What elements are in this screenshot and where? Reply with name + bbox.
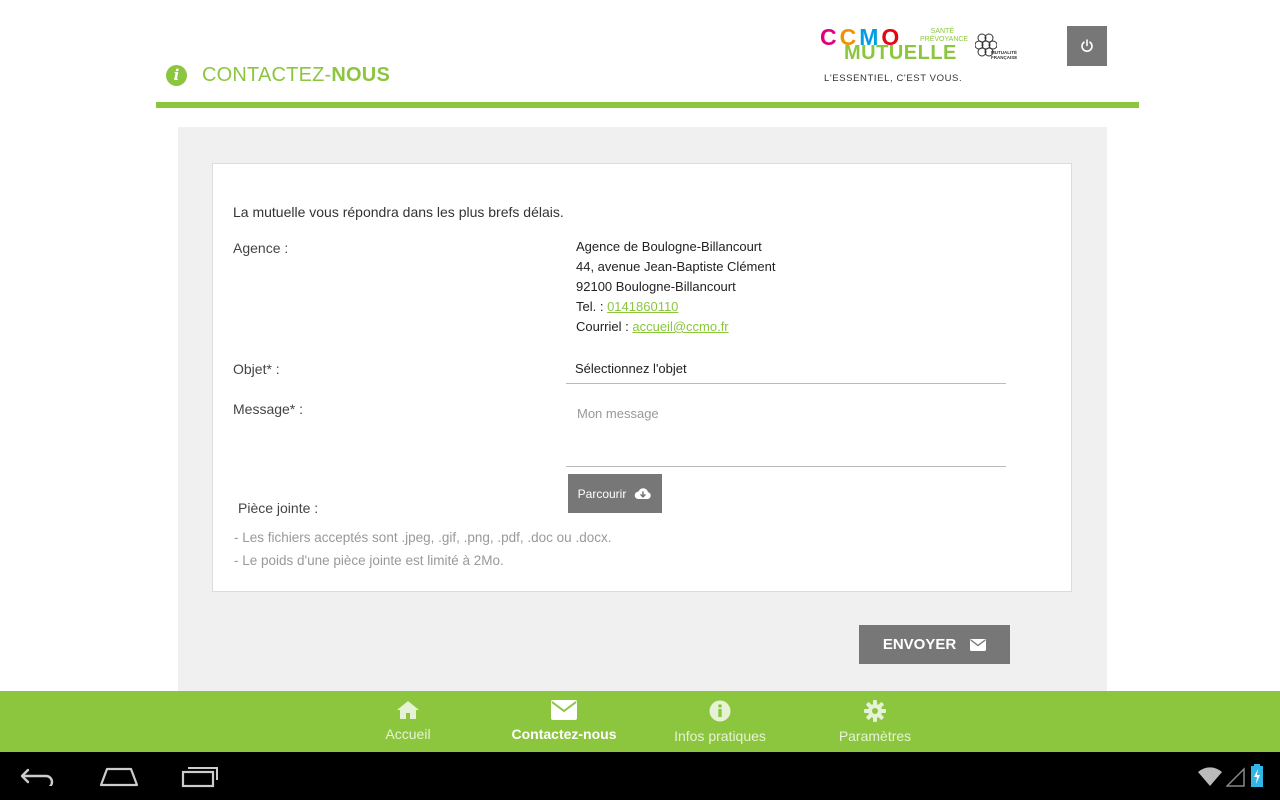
logo-slogan: L'ESSENTIEL, C'EST VOUS. bbox=[824, 73, 963, 84]
cloud-download-icon bbox=[635, 487, 652, 499]
info-icon: i bbox=[166, 65, 187, 86]
agence-address: 44, avenue Jean-Baptiste Clément bbox=[576, 259, 776, 274]
logo-mutuelle-text: MUTUELLE bbox=[844, 42, 957, 64]
gear-icon bbox=[864, 700, 886, 722]
agence-tel: Tel. : 0141860110 bbox=[576, 299, 679, 314]
mutualite-francaise-text: MUTUALITÉ FRANÇAISE bbox=[991, 50, 1018, 60]
send-button[interactable]: ENVOYER bbox=[859, 625, 1010, 664]
tab-infos-pratiques-label: Infos pratiques bbox=[674, 728, 766, 744]
header-divider bbox=[156, 102, 1139, 108]
mutualite-francaise-logo: MUTUALITÉ FRANÇAISE bbox=[974, 32, 1025, 64]
email-link[interactable]: accueil@ccmo.fr bbox=[632, 319, 728, 334]
send-button-label: ENVOYER bbox=[882, 636, 957, 653]
agence-city: 92100 Boulogne-Billancourt bbox=[576, 279, 736, 294]
objet-select[interactable]: Sélectionnez l'objet bbox=[566, 358, 1006, 384]
logout-button[interactable] bbox=[1067, 26, 1107, 66]
browse-button[interactable]: Parcourir bbox=[568, 474, 662, 513]
objet-label: Objet* : bbox=[233, 361, 280, 377]
tab-accueil[interactable]: Accueil bbox=[368, 691, 448, 752]
tab-infos-pratiques[interactable]: Infos pratiques bbox=[665, 691, 775, 752]
message-label: Message* : bbox=[233, 401, 304, 417]
agence-label: Agence : bbox=[233, 240, 289, 256]
envelope-icon bbox=[970, 638, 987, 651]
tab-contactez-nous[interactable]: Contactez-nous bbox=[504, 691, 624, 752]
app-header: i CONTACTEZ-NOUS CCMO SANTÉ PRÉVOYANCE M… bbox=[0, 0, 1280, 110]
home-nav-icon[interactable] bbox=[98, 765, 140, 787]
tab-accueil-label: Accueil bbox=[385, 726, 431, 742]
system-navigation-bar bbox=[0, 752, 1280, 800]
battery-charging-icon bbox=[1251, 764, 1263, 787]
tab-parametres[interactable]: Paramètres bbox=[830, 691, 920, 752]
back-icon[interactable] bbox=[20, 766, 58, 786]
tab-contactez-nous-label: Contactez-nous bbox=[511, 726, 617, 742]
wifi-icon bbox=[1198, 767, 1222, 786]
message-textarea[interactable] bbox=[566, 397, 1006, 467]
file-types-note: - Les fichiers acceptés sont .jpeg, .gif… bbox=[234, 530, 612, 545]
page-title: CONTACTEZ-NOUS bbox=[202, 64, 390, 86]
envelope-icon bbox=[551, 700, 577, 720]
form-intro: La mutuelle vous répondra dans les plus … bbox=[233, 204, 564, 220]
ccmo-mutuelle-logo: CCMO SANTÉ PRÉVOYANCE MUTUELLE L'ESSENTI… bbox=[818, 20, 968, 88]
agence-email: Courriel : accueil@ccmo.fr bbox=[576, 319, 729, 334]
tel-link[interactable]: 0141860110 bbox=[607, 299, 678, 314]
piece-jointe-label: Pièce jointe : bbox=[238, 500, 319, 516]
agence-name: Agence de Boulogne-Billancourt bbox=[576, 239, 762, 254]
tab-parametres-label: Paramètres bbox=[838, 728, 912, 744]
recent-apps-icon[interactable] bbox=[180, 766, 220, 788]
page-title-group: i CONTACTEZ-NOUS bbox=[166, 64, 390, 87]
info-icon bbox=[709, 700, 731, 722]
bottom-tab-bar: Accueil Contactez-nous Infos pratiques P… bbox=[0, 691, 1280, 752]
cell-signal-icon bbox=[1226, 767, 1245, 787]
power-icon bbox=[1081, 39, 1093, 52]
browse-button-label: Parcourir bbox=[577, 486, 627, 501]
home-icon bbox=[397, 701, 419, 719]
file-size-note: - Le poids d'une pièce jointe est limité… bbox=[234, 553, 504, 568]
